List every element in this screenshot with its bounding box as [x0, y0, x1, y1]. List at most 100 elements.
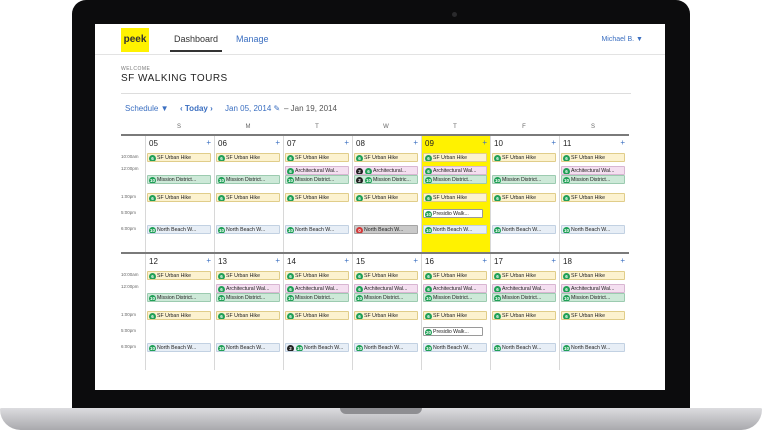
event-urban[interactable]: 6 SF Urban Hike	[492, 271, 556, 280]
event-arch[interactable]: 6 Architectural Wal...	[561, 284, 625, 293]
tab-dashboard[interactable]: Dashboard	[170, 34, 223, 52]
event-urban[interactable]: 6 SF Urban Hike	[423, 311, 487, 320]
event-mission[interactable]: 10 Mission District...	[216, 293, 280, 302]
event-urban[interactable]: 6 SF Urban Hike	[147, 153, 211, 162]
event-north[interactable]: 10 North Beach W...	[561, 343, 625, 352]
event-urban[interactable]: 6 SF Urban Hike	[216, 153, 280, 162]
add-event-icon[interactable]: +	[482, 256, 487, 265]
day-cell[interactable]: 05 +6 SF Urban Hike 10 Mission District... 6 S…	[145, 136, 214, 252]
event-mission[interactable]: 10 Mission District...	[147, 293, 211, 302]
event-urban[interactable]: 6 SF Urban Hike	[285, 311, 349, 320]
event-mission[interactable]: 2 10 Mission Distric...	[354, 175, 418, 184]
add-event-icon[interactable]: +	[620, 256, 625, 265]
add-event-icon[interactable]: +	[551, 138, 556, 147]
add-event-icon[interactable]: +	[551, 256, 556, 265]
day-cell[interactable]: 16 +6 SF Urban Hike 6 Architectural Wal... 10…	[421, 254, 490, 370]
event-north[interactable]: 10 North Beach W...	[492, 343, 556, 352]
add-event-icon[interactable]: +	[344, 256, 349, 265]
event-mission[interactable]: 10 Mission District...	[423, 293, 487, 302]
event-arch[interactable]: 6 Architectural Wal...	[561, 166, 625, 175]
event-urban[interactable]: 6 SF Urban Hike	[216, 193, 280, 202]
add-event-icon[interactable]: +	[275, 138, 280, 147]
event-north[interactable]: 10 North Beach W...	[561, 225, 625, 234]
event-presidio[interactable]: 20 Presidio Walk...	[423, 327, 483, 336]
event-urban[interactable]: 6 SF Urban Hike	[354, 193, 418, 202]
event-arch[interactable]: 6 Architectural Wal...	[354, 284, 418, 293]
day-cell[interactable]: 18 +6 SF Urban Hike 6 Architectural Wal... 10…	[559, 254, 628, 370]
event-mission[interactable]: 10 Mission District...	[354, 293, 418, 302]
event-urban[interactable]: 6 SF Urban Hike	[561, 153, 625, 162]
event-arch[interactable]: 6 Architectural Wal...	[216, 284, 280, 293]
event-north[interactable]: 2 10 North Beach W...	[285, 343, 349, 352]
day-cell[interactable]: 14 +6 SF Urban Hike 6 Architectural Wal... 10…	[283, 254, 352, 370]
event-mission[interactable]: 10 Mission District...	[492, 293, 556, 302]
event-mission[interactable]: 10 Mission District...	[561, 175, 625, 184]
day-cell[interactable]: 12 +6 SF Urban Hike 10 Mission District... 6 S…	[145, 254, 214, 370]
event-north[interactable]: 10 North Beach W...	[492, 225, 556, 234]
add-event-icon[interactable]: +	[206, 256, 211, 265]
event-urban[interactable]: 6 SF Urban Hike	[354, 153, 418, 162]
event-closed[interactable]: 0 North Beach W...	[354, 225, 418, 234]
event-arch[interactable]: 6 Architectural Wal...	[285, 166, 349, 175]
add-event-icon[interactable]: +	[344, 138, 349, 147]
today-navigation[interactable]: ‹ Today ›	[180, 104, 213, 113]
day-cell[interactable]: 15 +6 SF Urban Hike 6 Architectural Wal... 10…	[352, 254, 421, 370]
event-mission[interactable]: 10 Mission District...	[285, 175, 349, 184]
day-cell[interactable]: 11 +6 SF Urban Hike 6 Architectural Wal... 10…	[559, 136, 628, 252]
add-event-icon[interactable]: +	[413, 256, 418, 265]
event-arch[interactable]: 6 Architectural Wal...	[423, 166, 487, 175]
event-urban[interactable]: 6 SF Urban Hike	[423, 271, 487, 280]
day-cell[interactable]: 10 +6 SF Urban Hike 10 Mission District... 6 S…	[490, 136, 559, 252]
event-mission[interactable]: 10 Mission District...	[147, 175, 211, 184]
date-range-start[interactable]: Jan 05, 2014 ✎	[225, 104, 280, 113]
event-presidio[interactable]: 10 Presidio Walk...	[423, 209, 483, 218]
event-arch[interactable]: 6 Architectural Wal...	[285, 284, 349, 293]
add-event-icon[interactable]: +	[206, 138, 211, 147]
event-urban[interactable]: 6 SF Urban Hike	[492, 193, 556, 202]
add-event-icon[interactable]: +	[413, 138, 418, 147]
event-north[interactable]: 10 North Beach W...	[216, 343, 280, 352]
event-arch[interactable]: 6 Architectural Wal...	[492, 284, 556, 293]
event-north[interactable]: 10 North Beach W...	[423, 343, 487, 352]
event-urban[interactable]: 6 SF Urban Hike	[561, 271, 625, 280]
event-arch[interactable]: 6 Architectural Wal...	[423, 284, 487, 293]
peek-logo[interactable]: peek	[121, 28, 149, 52]
event-mission[interactable]: 10 Mission District...	[423, 175, 487, 184]
event-urban[interactable]: 6 SF Urban Hike	[216, 311, 280, 320]
event-north[interactable]: 10 North Beach W...	[354, 343, 418, 352]
event-urban[interactable]: 6 SF Urban Hike	[216, 271, 280, 280]
event-urban[interactable]: 6 SF Urban Hike	[354, 271, 418, 280]
add-event-icon[interactable]: +	[275, 256, 280, 265]
event-urban[interactable]: 6 SF Urban Hike	[423, 153, 487, 162]
event-urban[interactable]: 6 SF Urban Hike	[285, 271, 349, 280]
event-urban[interactable]: 6 SF Urban Hike	[492, 153, 556, 162]
event-urban[interactable]: 6 SF Urban Hike	[147, 193, 211, 202]
event-urban[interactable]: 6 SF Urban Hike	[423, 193, 487, 202]
event-north[interactable]: 10 North Beach W...	[147, 225, 211, 234]
schedule-dropdown[interactable]: Schedule ▼	[125, 104, 169, 113]
event-urban[interactable]: 6 SF Urban Hike	[285, 153, 349, 162]
add-event-icon[interactable]: +	[620, 138, 625, 147]
day-cell[interactable]: 13 +6 SF Urban Hike 6 Architectural Wal... 10…	[214, 254, 283, 370]
day-cell[interactable]: 07 +6 SF Urban Hike 6 Architectural Wal... 10…	[283, 136, 352, 252]
event-urban[interactable]: 6 SF Urban Hike	[561, 311, 625, 320]
event-urban[interactable]: 6 SF Urban Hike	[354, 311, 418, 320]
event-urban[interactable]: 6 SF Urban Hike	[147, 271, 211, 280]
day-cell[interactable]: 17 +6 SF Urban Hike 6 Architectural Wal... 10…	[490, 254, 559, 370]
day-cell-today[interactable]: 09 +6 SF Urban Hike 6 Architectural Wal... 10…	[421, 136, 490, 252]
event-urban[interactable]: 6 SF Urban Hike	[561, 193, 625, 202]
user-menu[interactable]: Michael B. ▼	[601, 36, 643, 43]
event-north[interactable]: 10 North Beach W...	[147, 343, 211, 352]
event-north[interactable]: 10 North Beach W...	[216, 225, 280, 234]
day-cell[interactable]: 08 +6 SF Urban Hike 2 6 Architectural... 2 10 Mi…	[352, 136, 421, 252]
add-event-icon[interactable]: +	[482, 138, 487, 147]
day-cell[interactable]: 06 +6 SF Urban Hike 10 Mission District... 6 S…	[214, 136, 283, 252]
event-mission[interactable]: 10 Mission District...	[216, 175, 280, 184]
event-arch[interactable]: 2 6 Architectural...	[354, 166, 418, 175]
event-urban[interactable]: 6 SF Urban Hike	[147, 311, 211, 320]
event-mission[interactable]: 10 Mission District...	[492, 175, 556, 184]
event-north[interactable]: 10 North Beach W...	[423, 225, 487, 234]
event-urban[interactable]: 6 SF Urban Hike	[285, 193, 349, 202]
event-urban[interactable]: 6 SF Urban Hike	[492, 311, 556, 320]
tab-manage[interactable]: Manage	[236, 34, 269, 44]
